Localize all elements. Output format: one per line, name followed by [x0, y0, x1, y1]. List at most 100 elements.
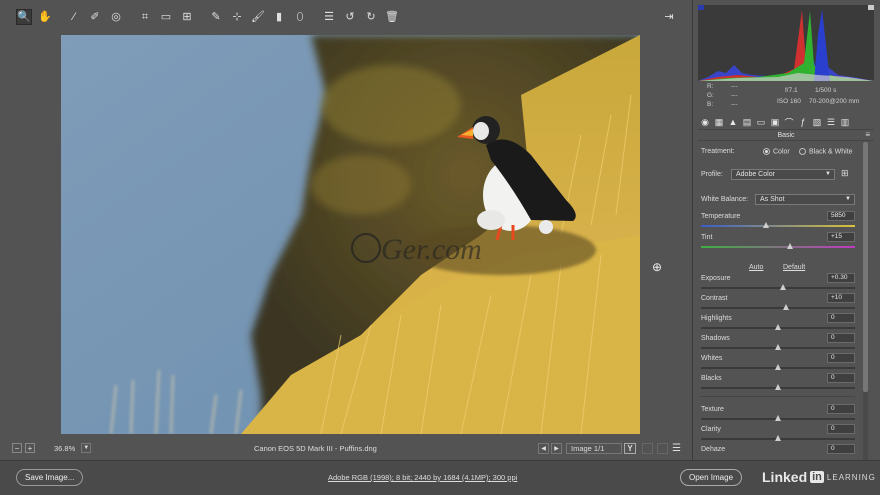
tone-curve-tab-icon[interactable]: ▦: [712, 117, 726, 128]
scrollbar-thumb[interactable]: [863, 142, 868, 392]
color-sampler-tool-icon[interactable]: ✐: [87, 9, 103, 25]
blacks-value-field[interactable]: 0: [827, 373, 855, 383]
graduated-filter-icon[interactable]: ▮: [271, 9, 287, 25]
crop-tool-icon[interactable]: ⌗: [137, 9, 153, 25]
contrast-label: Contrast: [701, 295, 728, 302]
next-image-button[interactable]: ▶: [551, 442, 562, 454]
detail-tab-icon[interactable]: ▲: [726, 117, 740, 127]
shadows-slider-thumb[interactable]: [775, 344, 781, 350]
dehaze-value-field[interactable]: 0: [827, 444, 855, 454]
panel-scrollbar[interactable]: [863, 142, 868, 460]
effects-tab-icon[interactable]: ƒ: [796, 117, 810, 127]
contrast-value-field[interactable]: +10: [827, 293, 855, 303]
white-balance-tool-icon[interactable]: ⁄: [66, 9, 82, 25]
highlights-label: Highlights: [701, 315, 732, 322]
snapshots-tab-icon[interactable]: ▥: [838, 117, 852, 128]
panel-menu-icon[interactable]: ≡: [865, 130, 870, 139]
tint-slider[interactable]: [701, 243, 855, 249]
rotate-ccw-icon[interactable]: ↺: [342, 9, 358, 25]
hand-tool-icon[interactable]: ✋: [37, 9, 53, 25]
texture-slider-thumb[interactable]: [775, 415, 781, 421]
panel-title: Basic: [698, 129, 874, 141]
treatment-bw-radio[interactable]: Black & White: [799, 148, 853, 155]
radial-filter-icon[interactable]: ⬯: [292, 9, 308, 25]
calibration-tab-icon[interactable]: ▧: [810, 117, 824, 128]
highlights-slider[interactable]: [701, 324, 855, 330]
workflow-options-link[interactable]: Adobe RGB (1998); 8 bit; 2440 by 1684 (4…: [328, 473, 517, 482]
prev-image-button[interactable]: ◀: [538, 442, 549, 454]
linkedin-learning-logo: Linked in LEARNING: [762, 469, 876, 485]
whites-label: Whites: [701, 355, 723, 362]
save-image-button[interactable]: Save Image...: [16, 469, 84, 486]
clarity-value-field[interactable]: 0: [827, 424, 855, 434]
zoom-level[interactable]: 36.8%: [54, 444, 75, 453]
hsl-tab-icon[interactable]: ▤: [740, 117, 754, 128]
straighten-tool-icon[interactable]: ▭: [158, 9, 174, 25]
section-divider: [701, 396, 855, 397]
spot-removal-tool-icon[interactable]: ✎: [208, 9, 224, 25]
trash-icon[interactable]: 🗑: [384, 9, 400, 25]
profile-select[interactable]: Adobe Color ▼: [731, 169, 835, 180]
exposure-slider-thumb[interactable]: [779, 284, 786, 290]
shadows-value-field[interactable]: 0: [827, 333, 855, 343]
exposure-slider[interactable]: [701, 284, 855, 290]
contrast-slider[interactable]: [701, 304, 855, 310]
contrast-slider-thumb[interactable]: [782, 304, 789, 310]
texture-slider[interactable]: [701, 415, 855, 421]
temperature-slider-thumb[interactable]: [762, 222, 769, 228]
presets-tab-icon[interactable]: ☰: [824, 117, 838, 128]
image-navigator: ◀ ▶ Image 1/1: [538, 442, 622, 454]
fullscreen-icon[interactable]: ⇥: [661, 9, 677, 25]
svg-text:Ger.com: Ger.com: [381, 233, 482, 266]
clarity-slider[interactable]: [701, 435, 855, 441]
exposure-label: Exposure: [701, 275, 731, 282]
before-after-swap-button[interactable]: [642, 442, 653, 454]
photo-preview[interactable]: Ger.com: [61, 35, 640, 434]
transform-tab-icon[interactable]: ⌒: [782, 116, 796, 129]
zoom-out-button[interactable]: −: [12, 443, 22, 453]
profile-browser-icon[interactable]: ⊞: [841, 169, 852, 179]
temperature-label: Temperature: [701, 213, 741, 220]
treatment-color-radio[interactable]: Color: [763, 148, 790, 155]
highlights-slider-thumb[interactable]: [775, 324, 781, 330]
preferences-icon[interactable]: ☰: [321, 9, 337, 25]
clarity-label: Clarity: [701, 426, 721, 433]
rotate-cw-icon[interactable]: ↻: [363, 9, 379, 25]
auto-link[interactable]: Auto: [749, 264, 763, 271]
whites-slider-thumb[interactable]: [775, 364, 781, 370]
targeted-adjustment-tool-icon[interactable]: ◎: [108, 9, 124, 25]
open-image-button[interactable]: Open Image: [680, 469, 743, 486]
whites-value-field[interactable]: 0: [827, 353, 855, 363]
tint-slider-thumb[interactable]: [787, 243, 794, 249]
zoom-dropdown[interactable]: ▼: [81, 443, 92, 453]
highlights-value-field[interactable]: 0: [827, 313, 855, 323]
before-after-toggle[interactable]: Y: [624, 442, 636, 454]
zoom-in-button[interactable]: +: [25, 443, 35, 453]
whites-slider[interactable]: [701, 364, 855, 370]
blacks-slider[interactable]: [701, 384, 855, 390]
clarity-slider-thumb[interactable]: [775, 435, 781, 441]
bottom-bar: Save Image... Adobe RGB (1998); 8 bit; 2…: [0, 460, 880, 495]
adjustment-brush-icon[interactable]: 🖌: [250, 9, 266, 25]
image-canvas[interactable]: Ger.com ⊕: [12, 34, 688, 436]
tint-value-field[interactable]: +15: [827, 232, 855, 242]
canvas-status-bar: − + 36.8% ▼ Canon EOS 5D Mark III - Puff…: [12, 440, 688, 456]
copy-settings-button[interactable]: [657, 442, 668, 454]
blacks-slider-thumb[interactable]: [775, 384, 781, 390]
texture-label: Texture: [701, 406, 724, 413]
split-toning-tab-icon[interactable]: ▭: [754, 117, 768, 128]
default-link[interactable]: Default: [783, 264, 805, 271]
zoom-tool-icon[interactable]: 🔍: [16, 9, 32, 25]
temperature-slider[interactable]: [701, 222, 855, 228]
shadows-slider[interactable]: [701, 344, 855, 350]
basic-tab-icon[interactable]: ◉: [698, 117, 712, 128]
exposure-value-field[interactable]: +0.30: [827, 273, 855, 283]
puffin-photo: Ger.com: [61, 35, 640, 434]
transform-tool-icon[interactable]: ⊞: [179, 9, 195, 25]
lens-tab-icon[interactable]: ▣: [768, 117, 782, 128]
temperature-value-field[interactable]: 5850: [827, 211, 855, 221]
settings-icon[interactable]: ☰: [672, 443, 681, 454]
texture-value-field[interactable]: 0: [827, 404, 855, 414]
wb-select[interactable]: As Shot ▼: [755, 194, 855, 205]
red-eye-tool-icon[interactable]: ⊹: [229, 9, 245, 25]
